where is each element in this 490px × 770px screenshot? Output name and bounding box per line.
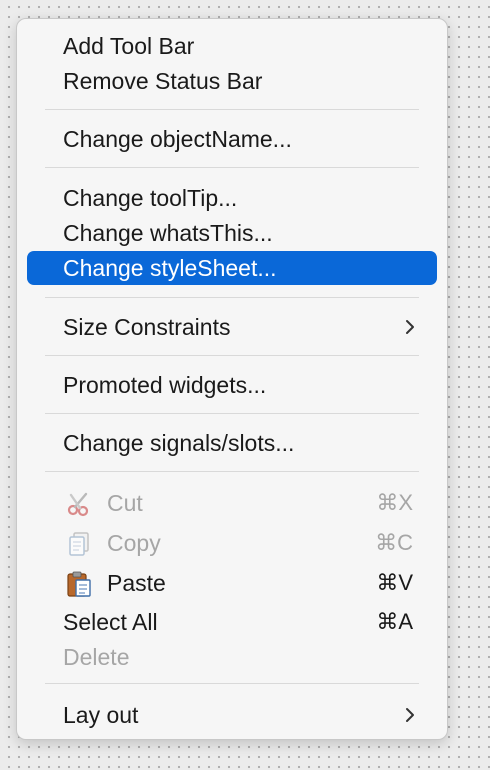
menu-separator <box>45 413 419 414</box>
menu-item-label: Change objectName... <box>63 126 292 152</box>
menu-item-label: Select All <box>63 609 158 635</box>
menu-item-change-tool-tip[interactable]: Change toolTip... <box>27 181 437 215</box>
menu-item-select-all[interactable]: Select All ⌘A <box>27 605 437 639</box>
menu-item-change-signals-slots[interactable]: Change signals/slots... <box>27 426 437 460</box>
menu-item-label: Change whatsThis... <box>63 220 273 246</box>
menu-separator <box>45 109 419 110</box>
menu-item-remove-status-bar[interactable]: Remove Status Bar <box>27 64 437 98</box>
menu-separator <box>45 167 419 168</box>
chevron-right-icon <box>406 320 414 334</box>
menu-item-label: Change styleSheet... <box>63 255 277 281</box>
menu-separator <box>45 471 419 472</box>
menu-item-label: Paste <box>107 570 166 596</box>
menu-item-cut[interactable]: Cut ⌘X <box>27 486 437 520</box>
menu-item-label: Size Constraints <box>63 314 231 340</box>
context-menu: Add Tool Bar Remove Status Bar Change ob… <box>16 18 448 740</box>
menu-item-label: Cut <box>107 490 143 516</box>
menu-item-change-object-name[interactable]: Change objectName... <box>27 122 437 156</box>
menu-item-label: Copy <box>107 530 161 556</box>
shortcut-label: ⌘V <box>376 570 413 595</box>
menu-item-paste[interactable]: Paste ⌘V <box>27 566 437 600</box>
menu-item-change-style-sheet[interactable]: Change styleSheet... <box>27 251 437 285</box>
menu-separator <box>45 297 419 298</box>
menu-item-label: Change toolTip... <box>63 185 238 211</box>
menu-item-label: Lay out <box>63 702 139 728</box>
menu-item-add-tool-bar[interactable]: Add Tool Bar <box>27 29 437 63</box>
paste-icon <box>67 571 91 597</box>
menu-item-label: Promoted widgets... <box>63 372 267 398</box>
menu-item-copy[interactable]: Copy ⌘C <box>27 526 437 560</box>
menu-item-promoted-widgets[interactable]: Promoted widgets... <box>27 368 437 402</box>
menu-item-label: Delete <box>63 644 130 670</box>
menu-separator <box>45 683 419 684</box>
menu-item-size-constraints[interactable]: Size Constraints <box>27 310 437 344</box>
menu-item-change-whats-this[interactable]: Change whatsThis... <box>27 216 437 250</box>
shortcut-label: ⌘X <box>376 490 413 515</box>
shortcut-label: ⌘C <box>375 530 413 555</box>
menu-item-lay-out[interactable]: Lay out <box>27 698 437 732</box>
menu-item-label: Change signals/slots... <box>63 430 295 456</box>
chevron-right-icon <box>406 708 414 722</box>
shortcut-label: ⌘A <box>376 609 413 634</box>
copy-icon <box>69 532 89 556</box>
scissors-icon <box>67 492 89 517</box>
menu-item-label: Remove Status Bar <box>63 68 263 94</box>
menu-item-delete[interactable]: Delete <box>27 640 437 674</box>
menu-item-label: Add Tool Bar <box>63 33 195 59</box>
menu-separator <box>45 355 419 356</box>
